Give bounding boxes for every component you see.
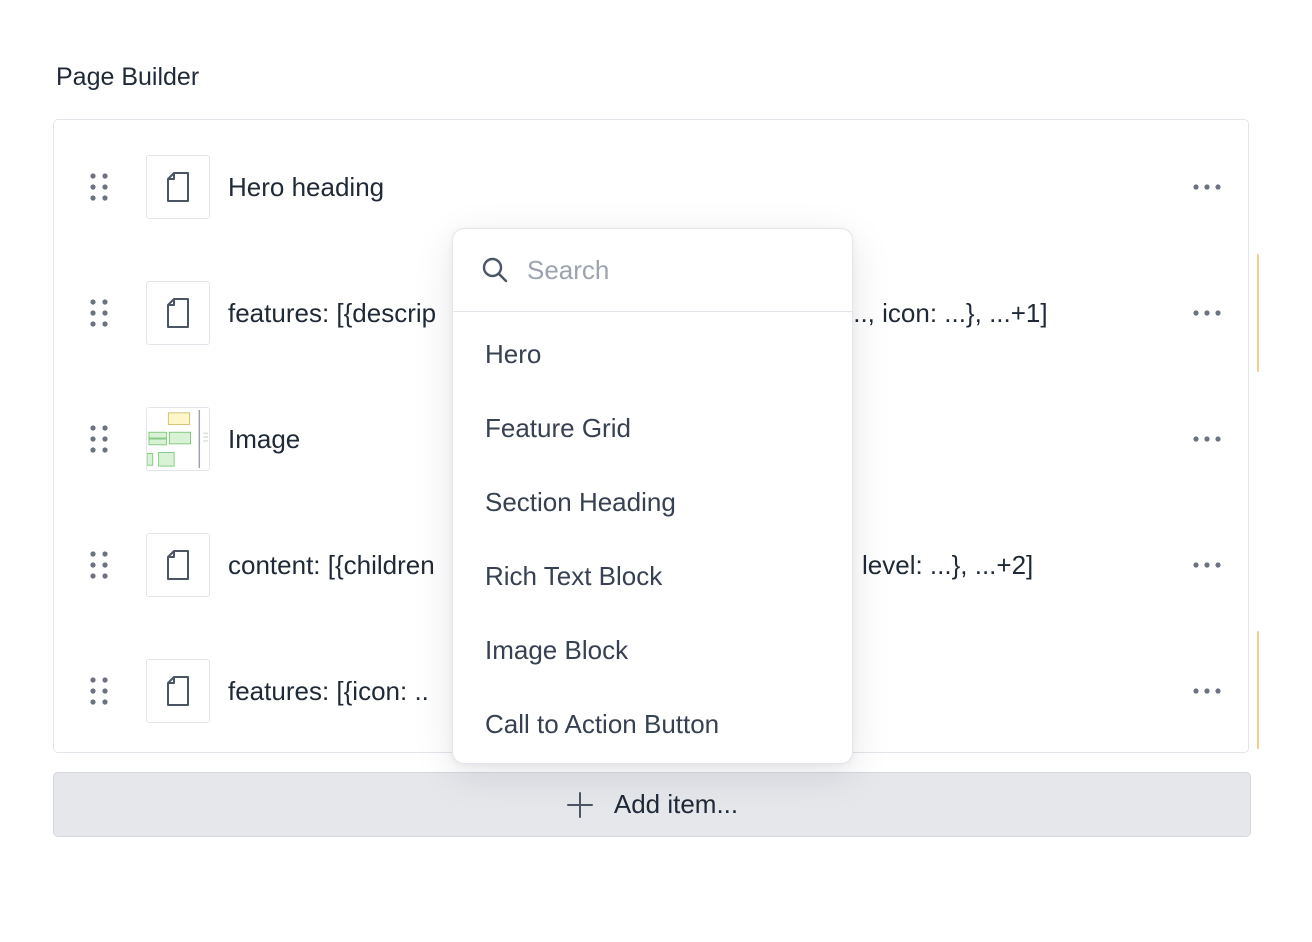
more-horizontal-icon[interactable] (1192, 685, 1222, 697)
menu-item-image-block[interactable]: Image Block (485, 633, 628, 667)
document-icon (167, 298, 189, 328)
document-icon (167, 172, 189, 202)
search-input[interactable] (527, 247, 827, 293)
drag-handle-icon[interactable] (88, 676, 110, 706)
item-thumbnail (146, 407, 210, 471)
item-thumbnail (146, 659, 210, 723)
item-label-tail: ..., icon: ...}, ...+1] (846, 298, 1048, 328)
menu-item-hero[interactable]: Hero (485, 337, 541, 371)
item-label: Image (228, 424, 301, 454)
image-thumbnail (147, 408, 209, 470)
item-label: features: [{descrip (228, 298, 437, 328)
insert-menu-popover: Hero Feature Grid Section Heading Rich T… (452, 228, 853, 764)
search-bar (453, 229, 852, 312)
item-thumbnail (146, 155, 210, 219)
drag-handle-icon[interactable] (88, 424, 110, 454)
drag-handle-icon[interactable] (88, 298, 110, 328)
item-label: Hero heading (228, 172, 385, 202)
item-label: features: [{icon: .. (228, 676, 429, 706)
page: Page Builder Hero heading features: [{de… (0, 0, 1312, 942)
item-thumbnail (146, 533, 210, 597)
add-item-label: Add item... (613, 789, 739, 819)
menu-item-feature-grid[interactable]: Feature Grid (485, 411, 631, 445)
more-horizontal-icon[interactable] (1192, 181, 1222, 193)
scroll-indicator (1257, 631, 1259, 749)
document-icon (167, 676, 189, 706)
document-icon (167, 550, 189, 580)
field-title: Page Builder (56, 63, 200, 91)
more-horizontal-icon[interactable] (1192, 433, 1222, 445)
menu-item-call-to-action-button[interactable]: Call to Action Button (485, 707, 719, 741)
search-icon (482, 257, 508, 283)
menu-item-rich-text-block[interactable]: Rich Text Block (485, 559, 662, 593)
item-thumbnail (146, 281, 210, 345)
scroll-indicator (1257, 254, 1259, 372)
add-item-button[interactable]: Add item... (53, 772, 1251, 837)
item-label: content: [{children (228, 550, 435, 580)
drag-handle-icon[interactable] (88, 172, 110, 202)
menu-item-section-heading[interactable]: Section Heading (485, 485, 676, 519)
plus-icon (566, 791, 593, 818)
more-horizontal-icon[interactable] (1192, 307, 1222, 319)
more-horizontal-icon[interactable] (1192, 559, 1222, 571)
item-label-tail: level: ...}, ...+2] (862, 550, 1034, 580)
drag-handle-icon[interactable] (88, 550, 110, 580)
